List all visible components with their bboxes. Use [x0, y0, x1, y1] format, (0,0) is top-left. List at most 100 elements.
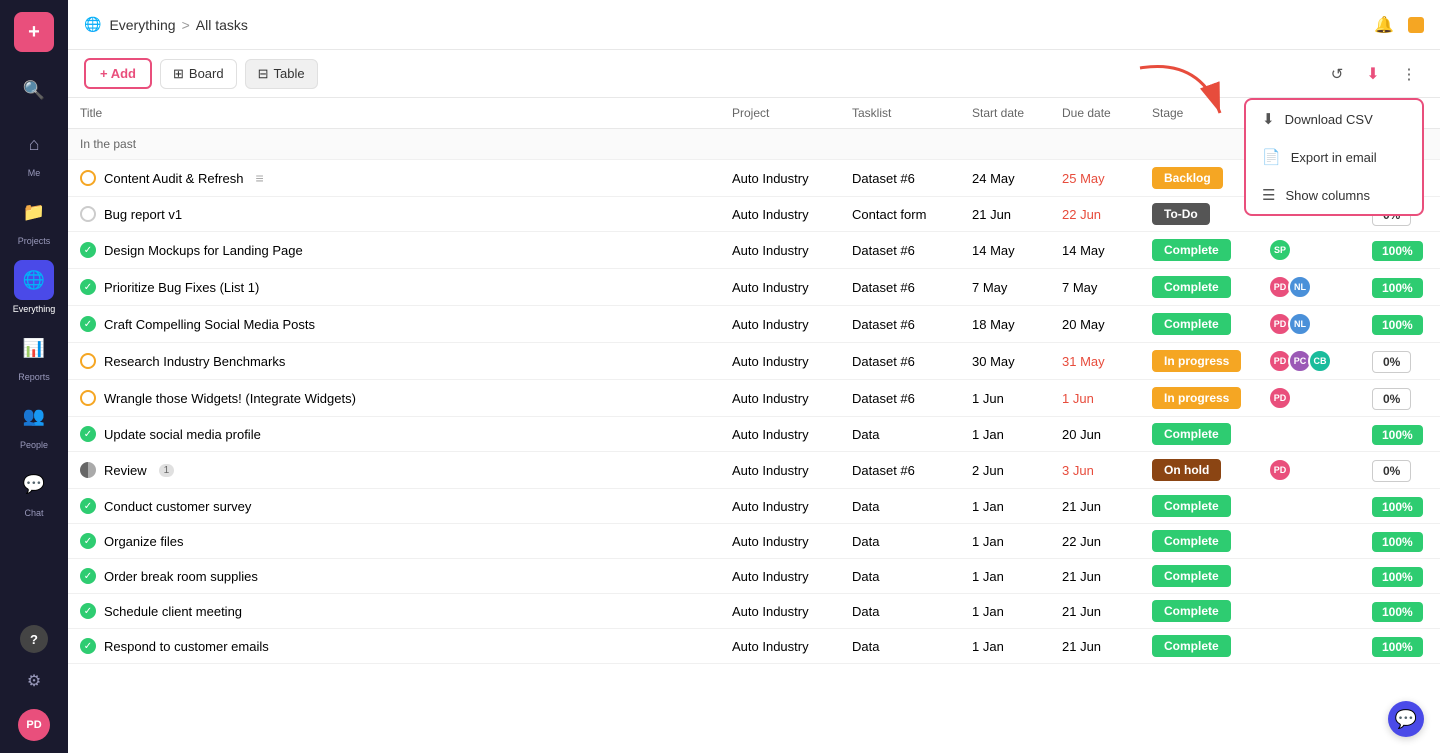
sidebar-item-people[interactable]: 👥 People [10, 392, 58, 454]
table-row[interactable]: ✓Craft Compelling Social Media PostsAuto… [68, 306, 1440, 343]
task-tasklist: Dataset #6 [840, 160, 960, 197]
export-email-label: Export in email [1291, 150, 1377, 165]
task-assignees [1260, 524, 1360, 559]
chat-support-button[interactable]: 💬 [1388, 701, 1424, 737]
sidebar-item-me[interactable]: ⌂ Me [10, 120, 58, 182]
assignee-avatar: CB [1308, 349, 1332, 373]
notification-button[interactable]: 🔔 [1368, 9, 1400, 41]
board-label: Board [189, 66, 224, 81]
table-row[interactable]: ✓Conduct customer surveyAuto IndustryDat… [68, 489, 1440, 524]
task-start-date: 18 May [960, 306, 1050, 343]
stage-badge: Backlog [1152, 167, 1223, 189]
task-title: Craft Compelling Social Media Posts [104, 317, 315, 332]
task-table-area: Title Project Tasklist Start date Due da… [68, 98, 1440, 753]
task-project: Auto Industry [720, 629, 840, 664]
task-progress: 100% [1360, 594, 1440, 629]
table-view-button[interactable]: ⊟ Table [245, 59, 318, 89]
table-row[interactable]: ✓Schedule client meetingAuto IndustryDat… [68, 594, 1440, 629]
task-due-date: 22 Jun [1050, 197, 1140, 232]
table-row[interactable]: Bug report v1Auto IndustryContact form21… [68, 197, 1440, 232]
task-project: Auto Industry [720, 197, 840, 232]
task-assignees: PDPCCB [1260, 343, 1360, 380]
table-row[interactable]: ✓Design Mockups for Landing PageAuto Ind… [68, 232, 1440, 269]
task-tasklist: Dataset #6 [840, 269, 960, 306]
sidebar-item-everything[interactable]: 🌐 Everything [9, 256, 60, 318]
add-button[interactable]: + Add [84, 58, 152, 89]
task-stage: Complete [1140, 232, 1260, 269]
sidebar-item-search[interactable]: 🔍 [10, 66, 58, 114]
task-progress: 100% [1360, 524, 1440, 559]
table-row[interactable]: ✓Prioritize Bug Fixes (List 1)Auto Indus… [68, 269, 1440, 306]
table-row[interactable]: Research Industry BenchmarksAuto Industr… [68, 343, 1440, 380]
task-due-date: 1 Jun [1050, 380, 1140, 417]
settings-icon[interactable]: ⚙ [14, 661, 54, 701]
task-stage: Complete [1140, 559, 1260, 594]
task-tasklist: Dataset #6 [840, 343, 960, 380]
orange-status-square [1408, 17, 1424, 33]
task-progress: 0% [1360, 343, 1440, 380]
toolbar-right: ↺ ⬇ ⋮ [1322, 59, 1424, 89]
sidebar-item-chat[interactable]: 💬 Chat [10, 460, 58, 522]
table-row[interactable]: ✓Order break room suppliesAuto IndustryD… [68, 559, 1440, 594]
stage-badge: To-Do [1152, 203, 1210, 225]
progress-pill: 100% [1372, 278, 1423, 298]
assignee-avatar: NL [1288, 275, 1312, 299]
task-assignees [1260, 559, 1360, 594]
download-csv-item[interactable]: ⬇ Download CSV [1246, 100, 1422, 138]
task-due-date: 20 Jun [1050, 417, 1140, 452]
task-project: Auto Industry [720, 452, 840, 489]
progress-pill: 0% [1372, 351, 1411, 373]
breadcrumb-current: All tasks [196, 17, 248, 33]
task-progress: 100% [1360, 232, 1440, 269]
task-start-date: 2 Jun [960, 452, 1050, 489]
more-options-button[interactable]: ⋮ [1394, 59, 1424, 89]
task-assignees [1260, 417, 1360, 452]
task-tasklist: Data [840, 559, 960, 594]
table-row[interactable]: ✓Organize filesAuto IndustryData1 Jan22 … [68, 524, 1440, 559]
table-row[interactable]: Wrangle those Widgets! (Integrate Widget… [68, 380, 1440, 417]
task-due-date: 21 Jun [1050, 594, 1140, 629]
search-icon: 🔍 [14, 70, 54, 110]
task-start-date: 21 Jun [960, 197, 1050, 232]
stage-badge: In progress [1152, 350, 1241, 372]
task-progress: 100% [1360, 306, 1440, 343]
table-row[interactable]: Review1Auto IndustryDataset #62 Jun3 Jun… [68, 452, 1440, 489]
global-add-button[interactable]: + [14, 12, 54, 52]
task-title-cell: ✓Prioritize Bug Fixes (List 1) [80, 279, 708, 295]
task-assignees: PD [1260, 452, 1360, 489]
task-assignees [1260, 594, 1360, 629]
task-due-date: 7 May [1050, 269, 1140, 306]
show-columns-icon: ☰ [1262, 186, 1275, 204]
progress-pill: 100% [1372, 567, 1423, 587]
help-icon[interactable]: ? [20, 625, 48, 653]
task-start-date: 1 Jan [960, 489, 1050, 524]
task-project: Auto Industry [720, 160, 840, 197]
stage-badge: In progress [1152, 387, 1241, 409]
breadcrumb-root[interactable]: Everything [109, 17, 175, 33]
table-row[interactable]: Content Audit & Refresh≡Auto IndustryDat… [68, 160, 1440, 197]
task-stage: Complete [1140, 269, 1260, 306]
task-due-date: 21 Jun [1050, 629, 1140, 664]
task-assignees [1260, 489, 1360, 524]
progress-pill: 100% [1372, 497, 1423, 517]
user-avatar[interactable]: PD [18, 709, 50, 741]
filter-button[interactable]: ⬇ [1358, 59, 1388, 89]
export-email-item[interactable]: 📄 Export in email [1246, 138, 1422, 176]
task-stage: Complete [1140, 524, 1260, 559]
globe-icon: 🌐 [14, 260, 54, 300]
task-due-date: 22 Jun [1050, 524, 1140, 559]
sidebar-item-projects[interactable]: 📁 Projects [10, 188, 58, 250]
board-view-button[interactable]: ⊞ Board [160, 59, 237, 89]
task-title: Organize files [104, 534, 183, 549]
table-row[interactable]: ✓Update social media profileAuto Industr… [68, 417, 1440, 452]
refresh-button[interactable]: ↺ [1322, 59, 1352, 89]
task-start-date: 1 Jan [960, 629, 1050, 664]
task-count-badge: 1 [159, 464, 175, 477]
sidebar-item-reports[interactable]: 📊 Reports [10, 324, 58, 386]
task-project: Auto Industry [720, 306, 840, 343]
task-project: Auto Industry [720, 380, 840, 417]
show-columns-item[interactable]: ☰ Show columns [1246, 176, 1422, 214]
table-row[interactable]: ✓Respond to customer emailsAuto Industry… [68, 629, 1440, 664]
task-title: Bug report v1 [104, 207, 182, 222]
chat-icon: 💬 [14, 464, 54, 504]
